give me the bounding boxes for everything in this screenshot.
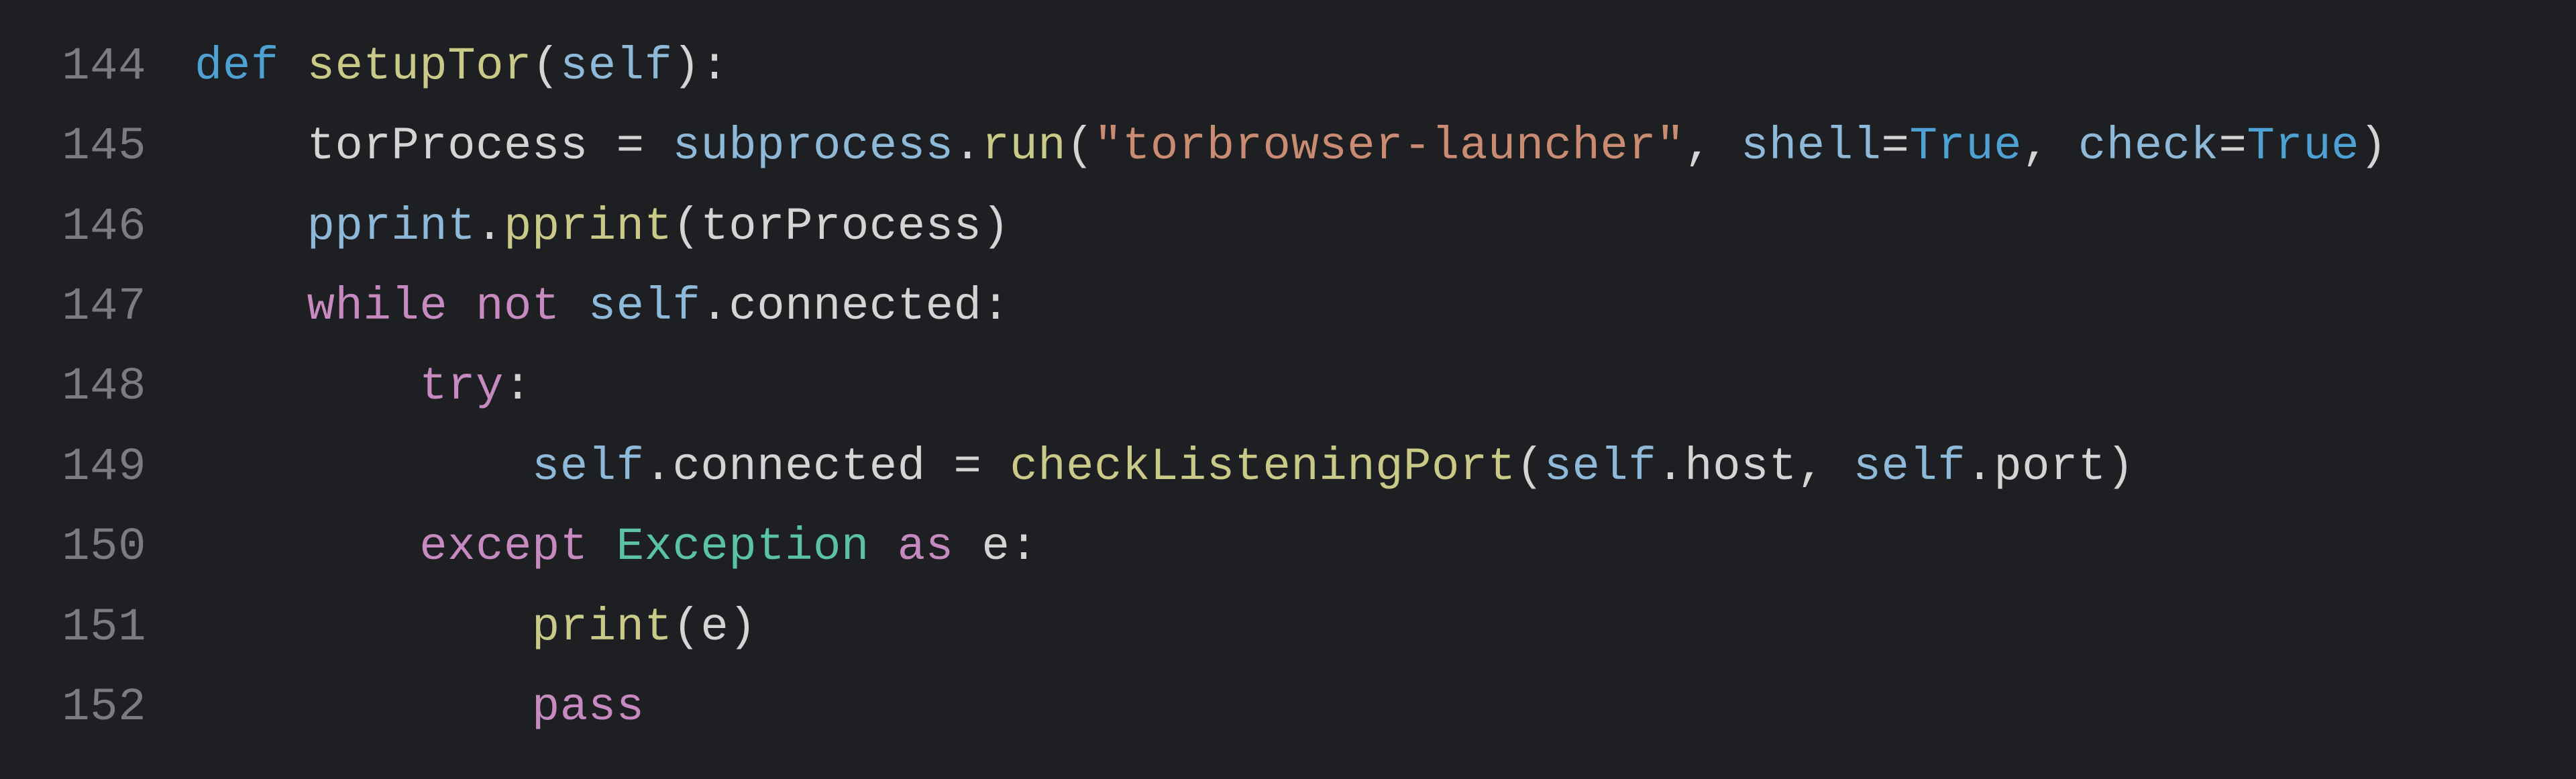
token-kw-flow: except: [419, 521, 588, 573]
code-line[interactable]: 148 try:: [0, 347, 2576, 427]
token-self: self: [1544, 441, 1657, 493]
token-plain: connected: [672, 441, 953, 493]
token-kw-flow: while: [307, 280, 448, 333]
token-plain: .: [476, 201, 504, 253]
code-line[interactable]: 144def setupTor(self):: [0, 27, 2576, 107]
token-kw-flow: pass: [532, 681, 645, 733]
token-attr: pprint: [307, 201, 476, 253]
token-plain: [588, 521, 616, 573]
token-plain: =: [616, 120, 673, 172]
code-content[interactable]: pprint.pprint(torProcess): [195, 187, 2576, 267]
code-content[interactable]: def setupTor(self):: [195, 27, 2576, 107]
token-plain: =: [954, 441, 1010, 493]
code-content[interactable]: torProcess = subprocess.run("torbrowser-…: [195, 107, 2576, 187]
token-plain: ): [729, 601, 757, 654]
token-plain: .: [645, 441, 673, 493]
token-plain: ): [2106, 441, 2135, 493]
token-plain: [560, 280, 588, 333]
token-plain: :: [982, 280, 1010, 333]
line-number: 144: [0, 27, 195, 107]
line-number: 152: [0, 668, 195, 747]
code-line[interactable]: 150 except Exception as e:: [0, 507, 2576, 587]
token-fn-call: print: [532, 601, 673, 654]
token-param: shell: [1741, 120, 1882, 172]
token-plain: (: [532, 40, 560, 93]
code-editor[interactable]: 144def setupTor(self):145 torProcess = s…: [0, 0, 2576, 747]
token-const: True: [2247, 120, 2359, 172]
token-plain: ,: [1797, 441, 1854, 493]
code-line[interactable]: 145 torProcess = subprocess.run("torbrow…: [0, 107, 2576, 187]
token-param: check: [2078, 120, 2219, 172]
token-plain: [447, 280, 476, 333]
token-self: self: [532, 441, 645, 493]
token-plain: .: [954, 120, 982, 172]
code-line[interactable]: 147 while not self.connected:: [0, 267, 2576, 347]
token-kw-flow: as: [898, 521, 954, 573]
code-line[interactable]: 146 pprint.pprint(torProcess): [0, 187, 2576, 267]
token-fn-call: checkListeningPort: [1010, 441, 1515, 493]
token-plain: ,: [2022, 120, 2078, 172]
token-plain: ,: [1684, 120, 1741, 172]
token-var-e: e: [981, 521, 1010, 573]
token-plain: (: [672, 201, 700, 253]
token-plain: port: [1994, 441, 2106, 493]
token-self: self: [560, 40, 673, 93]
token-plain: torProcess: [700, 201, 981, 253]
code-line[interactable]: 151 print(e): [0, 588, 2576, 668]
code-content[interactable]: self.connected = checkListeningPort(self…: [195, 427, 2576, 507]
code-line[interactable]: 149 self.connected = checkListeningPort(…: [0, 427, 2576, 507]
code-content[interactable]: print(e): [195, 588, 2576, 668]
token-plain: [869, 521, 898, 573]
token-self: self: [588, 280, 701, 333]
token-plain: (: [672, 601, 700, 654]
token-plain: connected: [729, 280, 981, 333]
token-plain: ):: [672, 40, 729, 93]
token-kw-flow: try: [419, 360, 504, 413]
line-number: 149: [0, 427, 195, 507]
token-plain: :: [504, 360, 532, 413]
token-plain: [954, 521, 982, 573]
token-class-name: Exception: [616, 521, 869, 573]
token-plain: torProcess: [307, 120, 616, 172]
line-number: 148: [0, 347, 195, 427]
token-plain: e: [700, 601, 729, 654]
code-line[interactable]: 152 pass: [0, 668, 2576, 747]
token-const: True: [1909, 120, 2022, 172]
line-number: 146: [0, 187, 195, 267]
token-plain: (: [1516, 441, 1544, 493]
line-number: 147: [0, 267, 195, 347]
token-plain: .: [700, 280, 729, 333]
token-fn-decl: setupTor: [307, 40, 532, 93]
token-plain: :: [1010, 521, 1038, 573]
token-plain: host: [1684, 441, 1797, 493]
token-plain: .: [1966, 441, 1994, 493]
token-kw-def: def: [195, 40, 279, 93]
token-plain: [279, 40, 307, 93]
token-kw-flow: not: [476, 280, 560, 333]
code-content[interactable]: while not self.connected:: [195, 267, 2576, 347]
token-self: self: [1854, 441, 1966, 493]
token-fn-call: run: [981, 120, 1066, 172]
token-plain: (: [1066, 120, 1094, 172]
code-content[interactable]: except Exception as e:: [195, 507, 2576, 587]
token-plain: .: [1656, 441, 1684, 493]
token-attr: subprocess: [672, 120, 953, 172]
token-plain: ): [981, 201, 1010, 253]
line-number: 145: [0, 107, 195, 187]
token-plain: =: [2218, 120, 2247, 172]
token-fn-call: pprint: [504, 201, 672, 253]
code-content[interactable]: try:: [195, 347, 2576, 427]
token-plain: ): [2359, 120, 2387, 172]
token-plain: =: [1882, 120, 1910, 172]
token-str: "torbrowser-launcher": [1094, 120, 1684, 172]
line-number: 151: [0, 588, 195, 668]
code-content[interactable]: pass: [195, 668, 2576, 747]
line-number: 150: [0, 507, 195, 587]
